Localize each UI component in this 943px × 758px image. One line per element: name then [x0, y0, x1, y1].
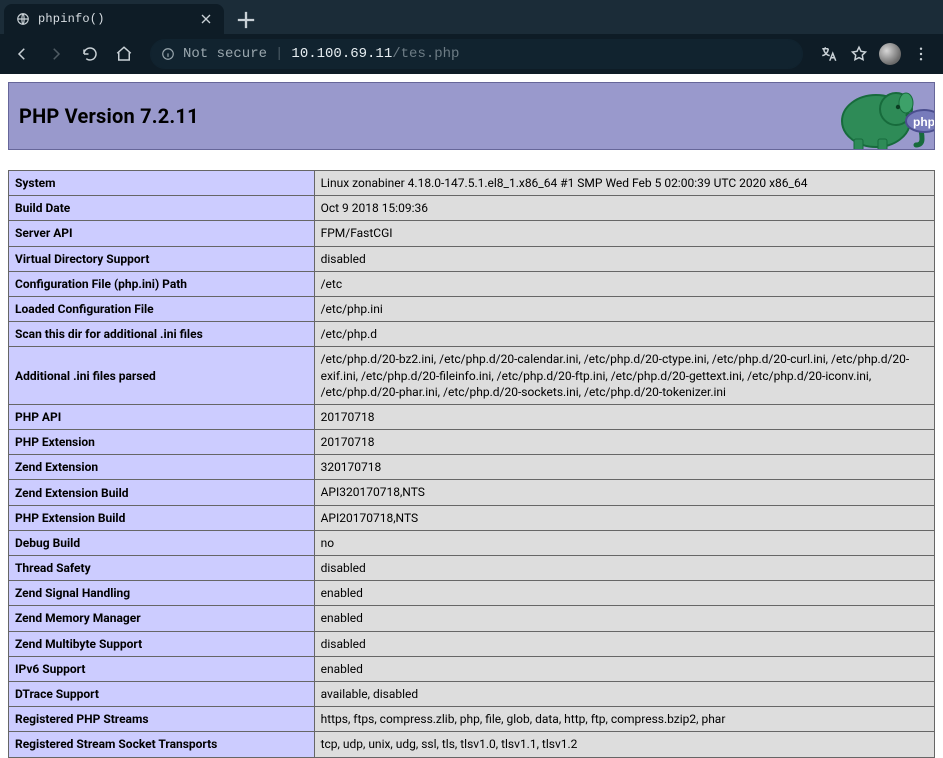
row-value: https, ftps, compress.zlib, php, file, g… [314, 707, 934, 732]
row-value: Linux zonabiner 4.18.0-147.5.1.el8_1.x86… [314, 171, 934, 196]
row-key: Build Date [9, 196, 315, 221]
svg-text:php: php [913, 115, 935, 129]
row-value: /etc/php.d [314, 322, 934, 347]
new-tab-button[interactable] [232, 6, 260, 34]
security-label: Not secure [183, 46, 267, 62]
row-key: Server API [9, 221, 315, 246]
row-key: Loaded Configuration File [9, 296, 315, 321]
php-logo: php [824, 83, 934, 149]
table-row: Zend Extension320170718 [9, 455, 935, 480]
table-row: IPv6 Supportenabled [9, 656, 935, 681]
back-button[interactable] [8, 40, 36, 68]
row-value: /etc [314, 271, 934, 296]
row-value: API20170718,NTS [314, 505, 934, 530]
row-value: enabled [314, 581, 934, 606]
toolbar-right [815, 40, 935, 68]
browser-toolbar: Not secure | 10.100.69.11/tes.php [0, 34, 943, 74]
reload-button[interactable] [76, 40, 104, 68]
phpinfo-table: SystemLinux zonabiner 4.18.0-147.5.1.el8… [8, 170, 935, 758]
translate-icon[interactable] [815, 40, 843, 68]
row-value: enabled [314, 656, 934, 681]
row-value: FPM/FastCGI [314, 221, 934, 246]
row-value: enabled [314, 606, 934, 631]
address-bar[interactable]: Not secure | 10.100.69.11/tes.php [150, 39, 803, 69]
browser-chrome: phpinfo() Not secure | 1 [0, 0, 943, 74]
table-row: Configuration File (php.ini) Path/etc [9, 271, 935, 296]
globe-icon [16, 12, 30, 26]
browser-tab[interactable]: phpinfo() [4, 4, 224, 34]
table-row: Loaded Configuration File/etc/php.ini [9, 296, 935, 321]
close-icon[interactable] [198, 11, 214, 27]
home-button[interactable] [110, 40, 138, 68]
page-viewport: PHP Version 7.2.11 php SystemLinux zonab… [0, 74, 943, 758]
row-key: Registered PHP Streams [9, 707, 315, 732]
url-path: /tes.php [392, 46, 459, 62]
info-icon [161, 47, 175, 61]
table-row: Registered PHP Streamshttps, ftps, compr… [9, 707, 935, 732]
row-value: Oct 9 2018 15:09:36 [314, 196, 934, 221]
row-value: no [314, 530, 934, 555]
table-row: Zend Memory Managerenabled [9, 606, 935, 631]
row-value: 20170718 [314, 404, 934, 429]
row-key: Zend Extension [9, 455, 315, 480]
url-text: 10.100.69.11/tes.php [291, 46, 459, 62]
row-key: Zend Memory Manager [9, 606, 315, 631]
row-value: /etc/php.ini [314, 296, 934, 321]
row-value: disabled [314, 246, 934, 271]
table-row: Thread Safetydisabled [9, 556, 935, 581]
table-row: Zend Multibyte Supportdisabled [9, 631, 935, 656]
row-key: Zend Extension Build [9, 480, 315, 505]
row-value: available, disabled [314, 681, 934, 706]
row-value: disabled [314, 631, 934, 656]
row-value: 320170718 [314, 455, 934, 480]
row-key: Debug Build [9, 530, 315, 555]
row-key: System [9, 171, 315, 196]
table-row: Zend Extension BuildAPI320170718,NTS [9, 480, 935, 505]
table-row: Registered Stream Socket Transportstcp, … [9, 732, 935, 757]
tab-strip: phpinfo() [0, 0, 943, 34]
separator: | [275, 46, 283, 62]
table-row: DTrace Supportavailable, disabled [9, 681, 935, 706]
phpinfo-header: PHP Version 7.2.11 php [8, 82, 935, 150]
kebab-menu-icon[interactable] [907, 40, 935, 68]
forward-button[interactable] [42, 40, 70, 68]
table-row: SystemLinux zonabiner 4.18.0-147.5.1.el8… [9, 171, 935, 196]
bookmark-star-icon[interactable] [845, 40, 873, 68]
row-value: tcp, udp, unix, udg, ssl, tls, tlsv1.0, … [314, 732, 934, 757]
table-row: Virtual Directory Supportdisabled [9, 246, 935, 271]
table-row: Debug Buildno [9, 530, 935, 555]
row-value: 20170718 [314, 430, 934, 455]
url-host: 10.100.69.11 [291, 46, 392, 62]
tab-title: phpinfo() [38, 12, 190, 26]
table-row: PHP Extension BuildAPI20170718,NTS [9, 505, 935, 530]
row-key: PHP Extension Build [9, 505, 315, 530]
profile-avatar[interactable] [879, 43, 901, 65]
page-title: PHP Version 7.2.11 [19, 104, 199, 128]
row-key: Configuration File (php.ini) Path [9, 271, 315, 296]
table-row: PHP API20170718 [9, 404, 935, 429]
row-value: /etc/php.d/20-bz2.ini, /etc/php.d/20-cal… [314, 347, 934, 405]
row-key: PHP Extension [9, 430, 315, 455]
row-value: API320170718,NTS [314, 480, 934, 505]
row-key: IPv6 Support [9, 656, 315, 681]
table-row: Zend Signal Handlingenabled [9, 581, 935, 606]
row-key: DTrace Support [9, 681, 315, 706]
row-key: Zend Signal Handling [9, 581, 315, 606]
table-row: Additional .ini files parsed/etc/php.d/2… [9, 347, 935, 405]
row-key: Zend Multibyte Support [9, 631, 315, 656]
table-row: PHP Extension20170718 [9, 430, 935, 455]
table-row: Scan this dir for additional .ini files/… [9, 322, 935, 347]
row-key: Registered Stream Socket Transports [9, 732, 315, 757]
table-row: Server APIFPM/FastCGI [9, 221, 935, 246]
row-key: PHP API [9, 404, 315, 429]
row-key: Scan this dir for additional .ini files [9, 322, 315, 347]
row-key: Virtual Directory Support [9, 246, 315, 271]
row-key: Thread Safety [9, 556, 315, 581]
table-row: Build DateOct 9 2018 15:09:36 [9, 196, 935, 221]
row-key: Additional .ini files parsed [9, 347, 315, 405]
row-value: disabled [314, 556, 934, 581]
